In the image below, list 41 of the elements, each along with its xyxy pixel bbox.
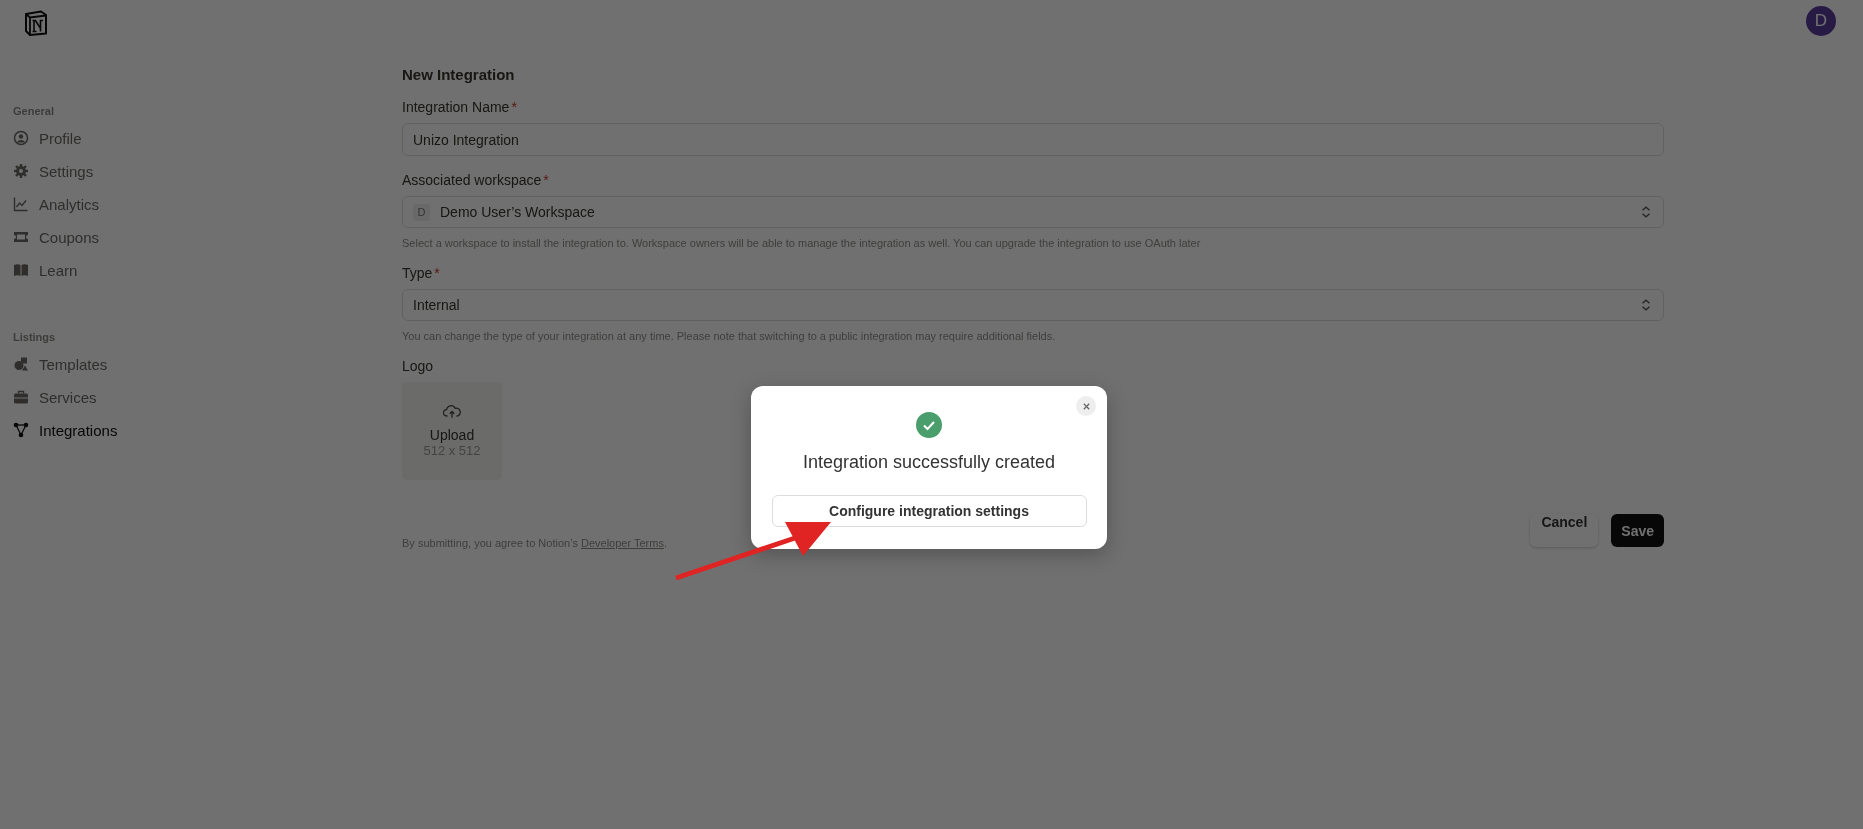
sidebar-item[interactable]: Analytics — [13, 192, 100, 216]
nodes-icon — [13, 422, 29, 438]
check-circle-icon — [916, 412, 942, 438]
gear-icon — [13, 163, 29, 179]
user-avatar[interactable]: D — [1806, 6, 1836, 36]
select-value: Demo User’s Workspace — [440, 204, 596, 220]
configure-button[interactable]: Configure integration settings — [771, 495, 1087, 527]
chevrons-icon — [1639, 298, 1653, 312]
field-label: Type — [402, 265, 433, 281]
required-mark: * — [511, 99, 517, 115]
sidebar-item[interactable]: Settings — [13, 159, 94, 183]
select-value: Internal — [413, 297, 461, 313]
cancel-button[interactable]: Cancel — [1530, 514, 1599, 547]
notion-logo — [23, 10, 49, 36]
required-mark: * — [543, 172, 549, 188]
chevrons-icon — [1639, 205, 1653, 219]
briefcase-icon — [13, 389, 29, 405]
select-field[interactable]: Internal — [402, 289, 1664, 321]
sidebar-item[interactable]: Services — [13, 385, 97, 409]
line-chart-icon — [13, 196, 29, 212]
sidebar-item[interactable]: Learn — [13, 258, 78, 282]
text-field[interactable]: Unizo Integration — [402, 123, 1664, 156]
close-icon — [1081, 401, 1091, 411]
required-mark: * — [434, 265, 440, 281]
field-label: Integration Name — [402, 99, 510, 115]
field-label: Logo — [402, 358, 434, 374]
sidebar-item[interactable]: Coupons — [13, 225, 100, 249]
page-title: New Integration — [402, 66, 515, 83]
upload-label: Upload — [429, 427, 475, 443]
save-button[interactable]: Save — [1611, 514, 1664, 547]
book-icon — [13, 262, 29, 278]
close-button[interactable] — [1076, 396, 1096, 416]
shapes-icon — [13, 356, 29, 372]
sidebar-item[interactable]: Templates — [13, 352, 108, 376]
ticket-icon — [13, 229, 29, 245]
dialog-title: Integration successfully created — [802, 452, 1056, 473]
upload-cloud-icon — [443, 404, 461, 419]
profile-icon — [13, 130, 29, 146]
sidebar-item[interactable]: Profile — [13, 126, 82, 150]
sidebar-item[interactable]: Integrations — [13, 418, 118, 442]
field-label: Associated workspace — [402, 172, 542, 188]
